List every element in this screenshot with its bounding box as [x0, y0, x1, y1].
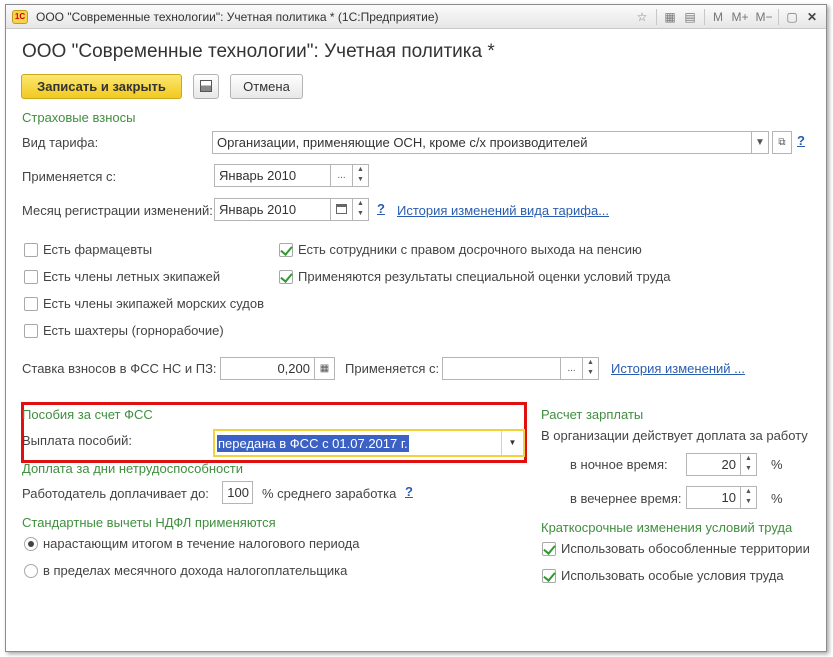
applies-from-stepper[interactable]: ▲ ▼ — [352, 164, 369, 187]
reg-month-field[interactable]: Январь 2010 — [214, 198, 331, 221]
fss-rate-field[interactable]: 0,200 — [220, 357, 315, 380]
applies-from-select-button[interactable]: ... — [330, 164, 353, 187]
memory-plus-button[interactable]: M+ — [730, 9, 750, 25]
fss-rate-label: Ставка взносов в ФСС НС и ПЗ: — [22, 361, 217, 376]
evening-label: в вечернее время: — [570, 491, 682, 506]
applies-from-field[interactable]: Январь 2010 — [214, 164, 331, 187]
page-title: ООО "Современные технологии": Учетная по… — [22, 41, 495, 62]
title-bar: 1С ООО "Современные технологии": Учетная… — [6, 5, 826, 29]
ndfl-monthly-label: в пределах месячного дохода налогоплател… — [43, 563, 348, 578]
sea-crew-checkbox[interactable] — [24, 297, 38, 311]
special-conditions-checkbox[interactable] — [542, 569, 556, 583]
fss-applies-stepper[interactable]: ▲ ▼ — [582, 357, 599, 380]
calendar-icon[interactable] — [330, 198, 353, 221]
ndfl-monthly-radio[interactable] — [24, 564, 38, 578]
app-logo-icon: 1С — [12, 10, 28, 24]
benefits-payment-value: передана в ФСС с 01.07.2017 г. — [217, 435, 409, 452]
save-button[interactable] — [193, 74, 219, 99]
benefits-payment-field[interactable]: передана в ФСС с 01.07.2017 г. ▼ — [213, 429, 525, 457]
employer-pays-field[interactable]: 100 — [222, 481, 253, 504]
night-rate-field[interactable]: 20 — [686, 453, 741, 476]
evening-rate-field[interactable]: 10 — [686, 486, 741, 509]
ndfl-section-title: Стандартные вычеты НДФЛ применяются — [22, 515, 276, 530]
tariff-help-icon[interactable]: ? — [797, 133, 805, 148]
fss-history-link[interactable]: История изменений ... — [611, 361, 745, 376]
ndfl-cumulative-radio[interactable] — [24, 537, 38, 551]
cancel-button[interactable]: Отмена — [230, 74, 303, 99]
memory-minus-button[interactable]: M− — [754, 9, 774, 25]
early-pension-checkbox[interactable] — [279, 243, 293, 257]
night-rate-stepper[interactable]: ▲ ▼ — [740, 453, 757, 476]
miners-label: Есть шахтеры (горнорабочие) — [43, 323, 224, 338]
applies-from-label: Применяется с: — [22, 169, 117, 184]
payroll-section-title: Расчет зарплаты — [541, 407, 644, 422]
tariff-label: Вид тарифа: — [22, 135, 99, 150]
reg-month-help-icon[interactable]: ? — [377, 201, 385, 216]
miners-checkbox[interactable] — [24, 324, 38, 338]
night-caption: В организации действует доплата за работ… — [541, 428, 808, 443]
short-term-section-title: Краткосрочные изменения условий труда — [541, 520, 793, 535]
evening-percent: % — [771, 491, 783, 506]
tariff-dropdown-icon[interactable]: ▼ — [751, 131, 769, 154]
special-conditions-label: Использовать особые условия труда — [561, 568, 784, 583]
restore-icon[interactable]: ▢ — [784, 9, 800, 25]
window-title: ООО "Современные технологии": Учетная по… — [36, 10, 439, 24]
sick-pay-help-icon[interactable]: ? — [405, 484, 413, 499]
reg-month-label: Месяц регистрации изменений: — [22, 203, 213, 218]
open-icon[interactable]: ⧉ — [772, 131, 792, 154]
tariff-field[interactable]: Организации, применяющие ОСН, кроме с/х … — [212, 131, 752, 154]
employer-pays-suffix: % среднего заработка — [262, 486, 397, 501]
ndfl-cumulative-label: нарастающим итогом в течение налогового … — [43, 536, 360, 551]
night-label: в ночное время: — [570, 457, 668, 472]
early-pension-label: Есть сотрудники с правом досрочного выхо… — [298, 242, 642, 257]
insurance-section-title: Страховые взносы — [22, 110, 136, 125]
fss-applies-select-button[interactable]: ... — [560, 357, 583, 380]
pharmacists-label: Есть фармацевты — [43, 242, 153, 257]
calculator-icon[interactable]: ▦ — [662, 9, 678, 25]
save-close-button[interactable]: Записать и закрыть — [21, 74, 182, 99]
flight-crew-label: Есть члены летных экипажей — [43, 269, 221, 284]
sick-pay-section-title: Доплата за дни нетрудоспособности — [22, 461, 243, 476]
calculator-icon[interactable]: ▦ — [314, 357, 335, 380]
memory-m-button[interactable]: M — [710, 9, 726, 25]
fss-applies-field[interactable] — [442, 357, 561, 380]
special-assessment-checkbox[interactable] — [279, 270, 293, 284]
close-icon[interactable]: ✕ — [804, 9, 820, 25]
pharmacists-checkbox[interactable] — [24, 243, 38, 257]
sea-crew-label: Есть члены экипажей морских судов — [43, 296, 264, 311]
fss-applies-label: Применяется с: — [345, 361, 440, 376]
special-assessment-label: Применяются результаты специальной оценк… — [298, 269, 671, 284]
favorite-icon[interactable]: ☆ — [634, 9, 650, 25]
evening-rate-stepper[interactable]: ▲ ▼ — [740, 486, 757, 509]
separate-territories-label: Использовать обособленные территории — [561, 541, 810, 556]
floppy-icon — [200, 80, 212, 92]
benefits-section-title: Пособия за счет ФСС — [22, 407, 153, 422]
app-window: 1С ООО "Современные технологии": Учетная… — [5, 4, 827, 652]
calendar-icon[interactable]: ▤ — [682, 9, 698, 25]
flight-crew-checkbox[interactable] — [24, 270, 38, 284]
reg-month-stepper[interactable]: ▲ ▼ — [352, 198, 369, 221]
benefits-payment-label: Выплата пособий: — [22, 433, 132, 448]
tariff-history-link[interactable]: История изменений вида тарифа... — [397, 203, 609, 218]
chevron-down-icon[interactable]: ▼ — [501, 431, 523, 455]
employer-pays-label: Работодатель доплачивает до: — [22, 486, 209, 501]
separate-territories-checkbox[interactable] — [542, 542, 556, 556]
night-percent: % — [771, 457, 783, 472]
